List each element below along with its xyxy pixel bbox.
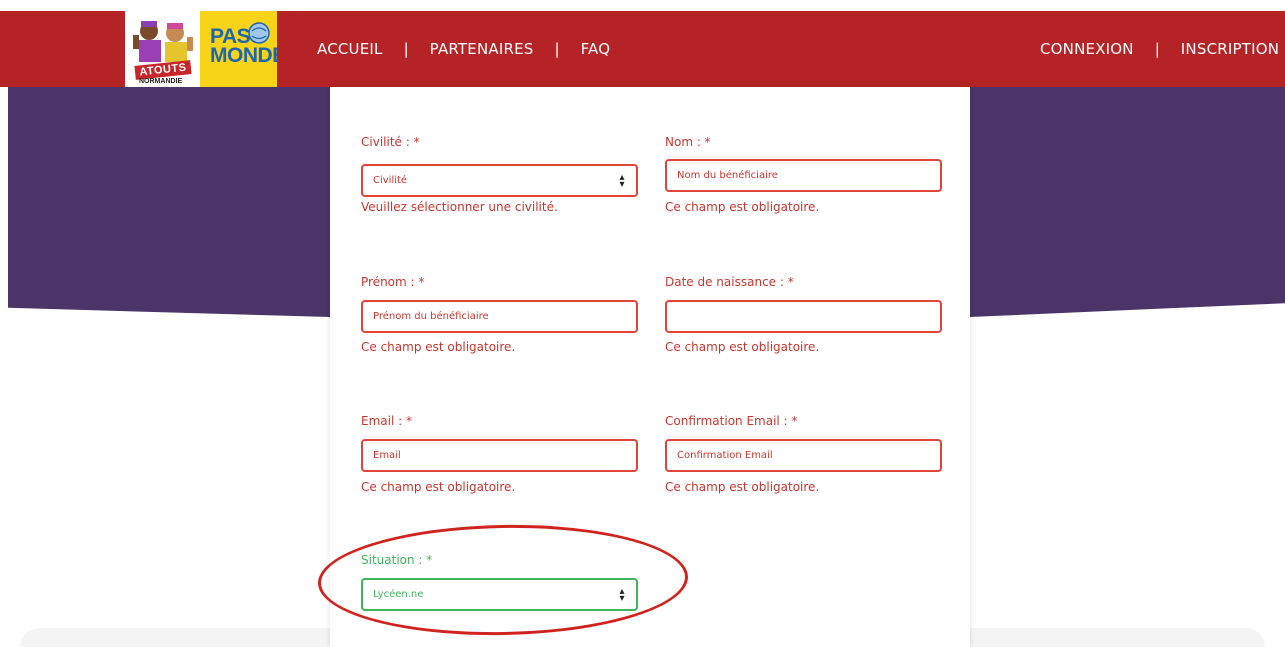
- nav-link-partenaires[interactable]: PARTENAIRES: [430, 40, 534, 58]
- date-naissance-input[interactable]: [665, 300, 942, 333]
- select-arrows-icon: ▴ ▾: [619, 586, 625, 604]
- prenom-input[interactable]: Prénom du bénéficiaire: [361, 300, 638, 333]
- email-placeholder: Email: [373, 450, 401, 461]
- banner-right: [970, 87, 1285, 317]
- civilite-select-value: Civilité: [373, 175, 408, 186]
- nom-input[interactable]: Nom du bénéficiaire: [665, 159, 942, 192]
- globe-mascot-icon: [248, 22, 270, 44]
- main-nav: ACCUEIL | PARTENAIRES | FAQ: [317, 11, 610, 87]
- civilite-select[interactable]: Civilité ▴ ▾: [361, 164, 638, 197]
- email-confirm-error: Ce champ est obligatoire.: [665, 480, 820, 494]
- email-confirm-label: Confirmation Email : *: [665, 414, 798, 428]
- email-input[interactable]: Email: [361, 439, 638, 472]
- date-naissance-error: Ce champ est obligatoire.: [665, 340, 820, 354]
- atouts-normandie-logo[interactable]: ATOUTS NORMANDIE: [125, 11, 200, 87]
- situation-select-value: Lycéen.ne: [373, 589, 424, 600]
- prenom-label: Prénom : *: [361, 275, 425, 289]
- nom-label: Nom : *: [665, 135, 711, 149]
- nav-link-inscription[interactable]: INSCRIPTION: [1181, 40, 1279, 58]
- pass-monde-logo[interactable]: PASS MONDE: [200, 11, 277, 87]
- top-strip: [0, 0, 1285, 11]
- banner-left: [8, 87, 330, 317]
- prenom-placeholder: Prénom du bénéficiaire: [373, 311, 489, 322]
- date-naissance-label: Date de naissance : *: [665, 275, 794, 289]
- normandie-logo-text: NORMANDIE: [139, 78, 183, 85]
- email-label: Email : *: [361, 414, 412, 428]
- nav-separator: |: [403, 40, 409, 58]
- civilite-error: Veuillez sélectionner une civilité.: [361, 200, 558, 214]
- civilite-label: Civilité : *: [361, 135, 420, 149]
- nav-separator: |: [554, 40, 560, 58]
- select-arrows-icon: ▴ ▾: [619, 172, 625, 190]
- situation-label: Situation : *: [361, 553, 433, 567]
- situation-select[interactable]: Lycéen.ne ▴ ▾: [361, 578, 638, 611]
- prenom-error: Ce champ est obligatoire.: [361, 340, 516, 354]
- nav-link-connexion[interactable]: CONNEXION: [1040, 40, 1134, 58]
- nav-separator: |: [1154, 40, 1160, 58]
- email-confirm-placeholder: Confirmation Email: [677, 450, 773, 461]
- nom-error: Ce champ est obligatoire.: [665, 200, 820, 214]
- email-confirm-input[interactable]: Confirmation Email: [665, 439, 942, 472]
- nav-link-faq[interactable]: FAQ: [581, 40, 611, 58]
- nom-placeholder: Nom du bénéficiaire: [677, 170, 778, 181]
- nav-link-accueil[interactable]: ACCUEIL: [317, 40, 383, 58]
- account-nav: CONNEXION | INSCRIPTION: [1040, 11, 1279, 87]
- email-error: Ce champ est obligatoire.: [361, 480, 516, 494]
